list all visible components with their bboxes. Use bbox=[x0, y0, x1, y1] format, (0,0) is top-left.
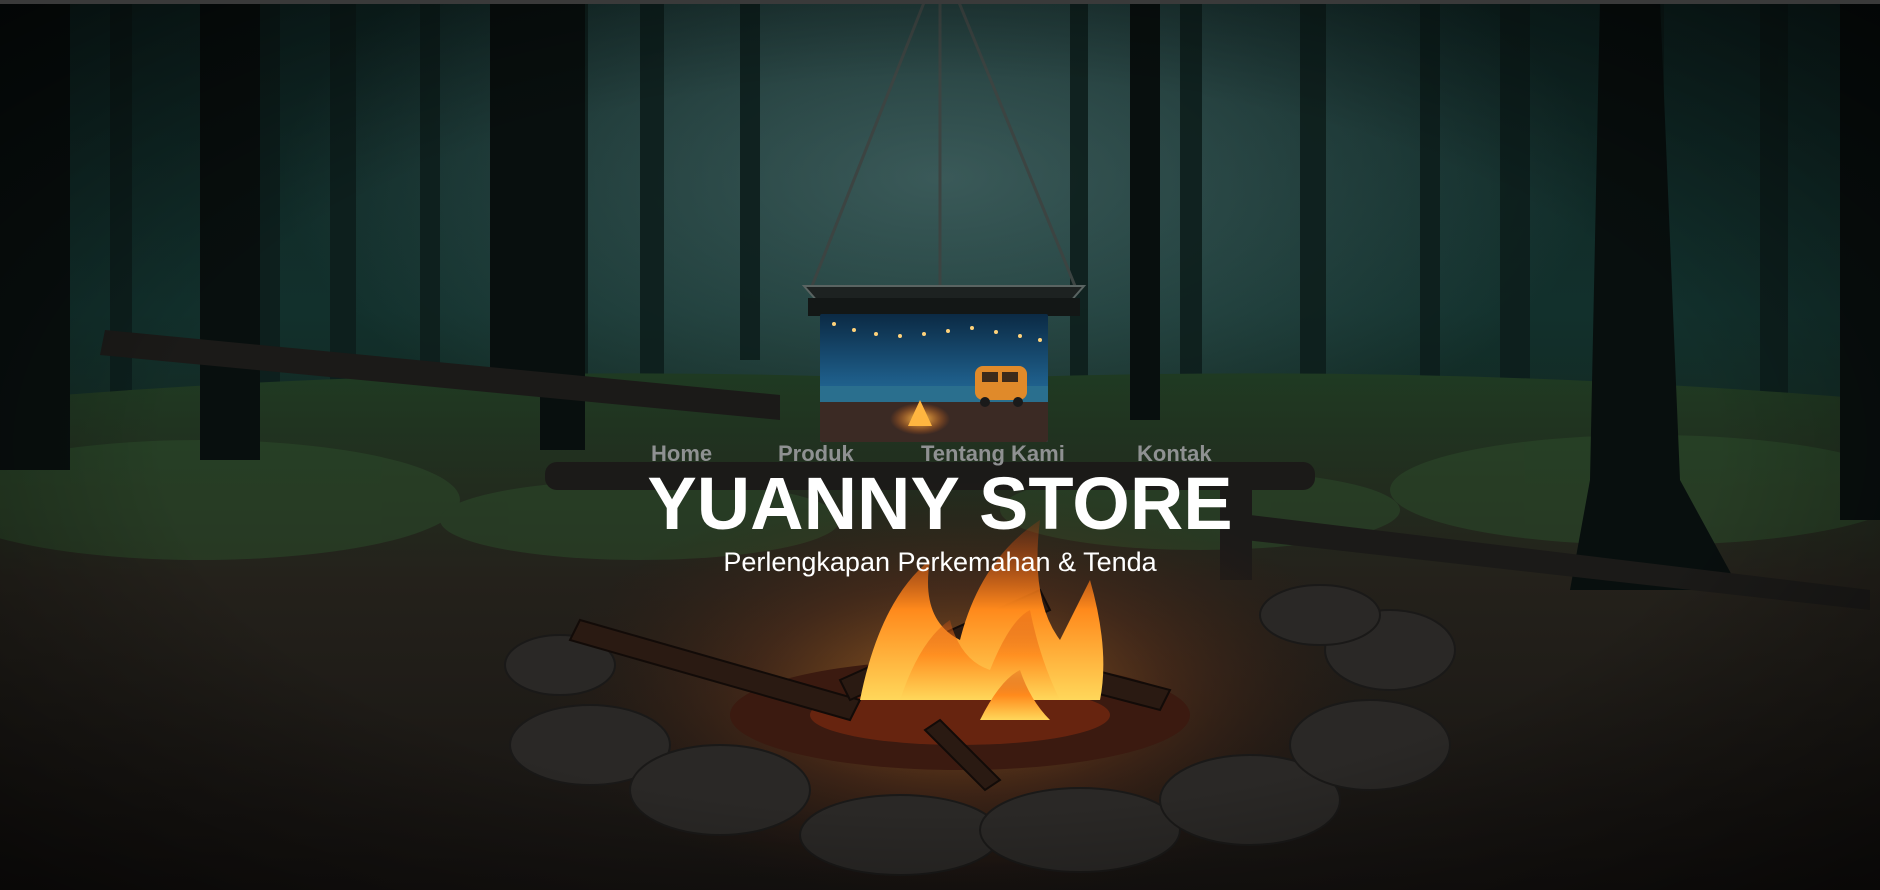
store-tagline: Perlengkapan Perkemahan & Tenda bbox=[723, 547, 1157, 577]
top-border bbox=[0, 0, 1880, 4]
banner-image bbox=[820, 314, 1048, 442]
store-title: YUANNY STORE bbox=[647, 462, 1233, 545]
page: Home Produk Tentang Kami Kontak YUANNY S… bbox=[0, 0, 1880, 890]
